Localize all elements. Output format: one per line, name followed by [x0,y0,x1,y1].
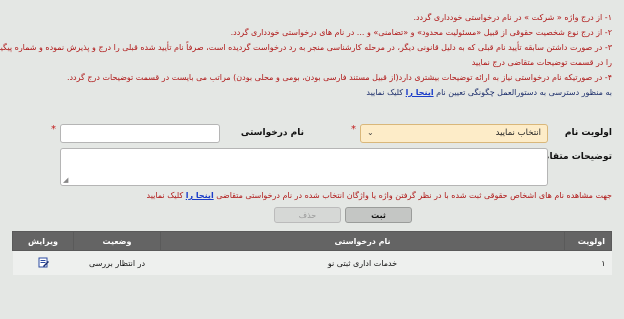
col-status: وضعیت [73,231,161,251]
requested-name-required-mark: * [51,124,56,135]
row-edit-cell [12,250,74,275]
search-note-text: جهت مشاهده نام های اشخاص حقوقی ثبت شده ب… [216,191,612,200]
search-registered-note: جهت مشاهده نام های اشخاص حقوقی ثبت شده ب… [147,191,612,200]
col-name: نام درخواستی [160,231,565,251]
col-priority: اولویت [564,231,612,251]
save-button[interactable]: ثبت [345,207,412,223]
instruction-5-suffix: کلیک نمایید [366,88,404,97]
description-textarea[interactable]: ◢ [60,148,548,186]
row-name: خدمات اداری ثبتی نو [160,250,565,275]
search-note-suffix: کلیک نمایید [146,191,184,200]
instruction-5: به منظور دسترسی به دستورالعمل چگونگی تعی… [12,85,612,100]
requested-name-label: نام درخواستی [240,128,304,138]
table-row: ۱ خدمات اداری ثبتی نو در انتظار بررسی [12,250,612,275]
instruction-5-text: به منظور دسترسی به دستورالعمل چگونگی تعی… [436,88,612,97]
instruction-3a: ۳- در صورت داشتن سابقه تأیید نام قبلی که… [0,43,612,52]
name-request-page: ۱- از درج واژه « شرکت » در نام درخواستی … [0,0,624,319]
instruction-4: ۴- در صورتیکه نام درخواستی نیاز به ارائه… [66,73,612,82]
search-registered-link[interactable]: اینجا را [186,191,214,200]
resize-handle-icon[interactable]: ◢ [63,176,68,184]
edit-icon[interactable] [38,257,49,268]
requests-table: اولویت نام درخواستی وضعیت ویرایش ۱ خدمات… [12,231,612,275]
priority-select[interactable]: انتخاب نمایید ⌄ [360,124,548,143]
instruction-3b: را در قسمت توضیحات متقاضی درج نمایید [471,58,612,67]
guideline-link[interactable]: اینجا را [406,88,434,97]
row-status: در انتظار بررسی [73,250,161,275]
priority-select-value: انتخاب نمایید [495,128,541,138]
chevron-down-icon: ⌄ [367,128,374,137]
row-priority: ۱ [564,250,612,275]
priority-label: اولویت نام [564,128,612,138]
instruction-2: ۲- از درج نوع شخصیت حقوقی از قبیل «مسئول… [230,28,612,37]
instructions: ۱- از درج واژه « شرکت » در نام درخواستی … [0,10,612,100]
priority-required-mark: * [351,124,356,135]
requested-name-input[interactable] [60,124,220,143]
delete-button[interactable]: حذف [274,207,341,223]
table-header-row: اولویت نام درخواستی وضعیت ویرایش [12,231,612,251]
col-edit: ویرایش [12,231,74,251]
instruction-1: ۱- از درج واژه « شرکت » در نام درخواستی … [413,13,612,22]
